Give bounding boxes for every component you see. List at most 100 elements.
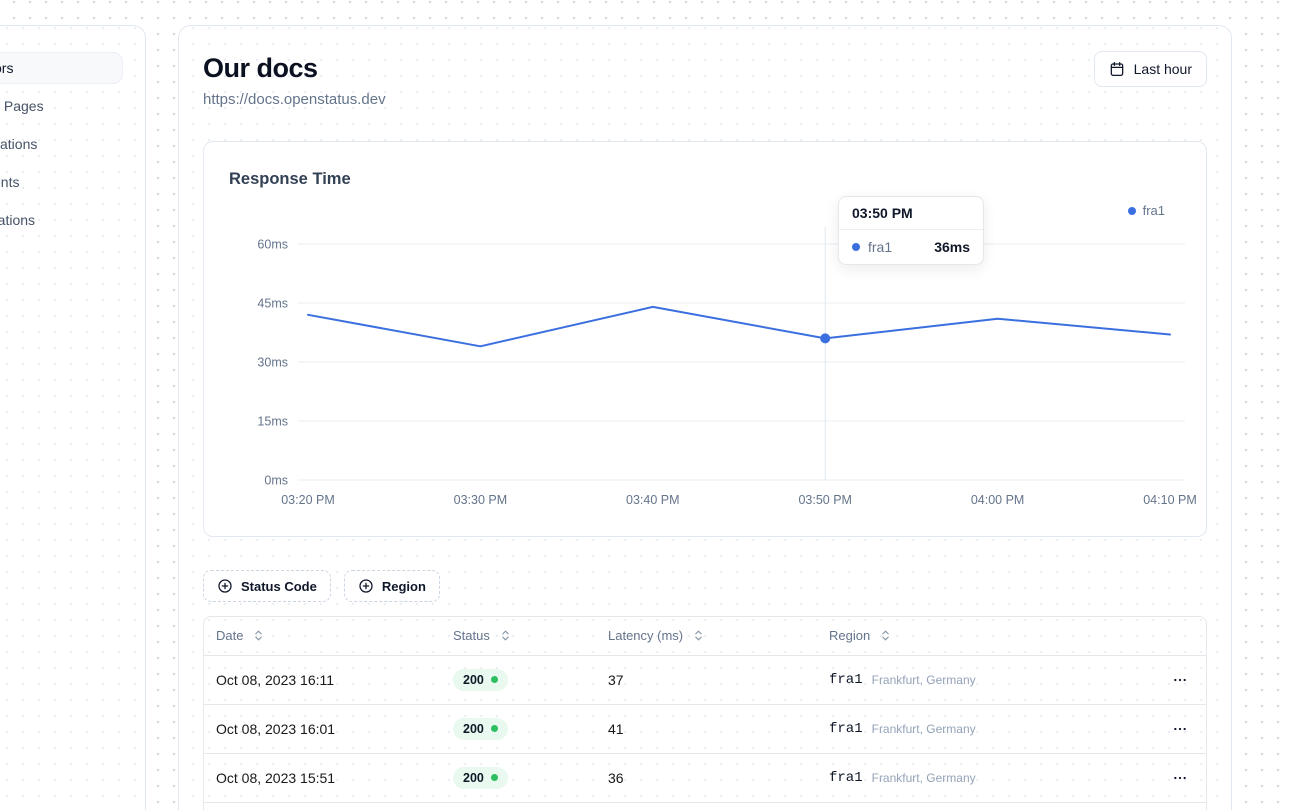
status-ok-dot bbox=[491, 774, 498, 781]
y-axis-tick-label: 30ms bbox=[257, 356, 288, 370]
cell-date: Oct 08, 2023 15:51 bbox=[204, 753, 453, 802]
response-time-line-chart[interactable]: 60ms 45ms 30ms 15ms 0ms 03:20 PM 03:30 PM 03:40… bbox=[204, 142, 1210, 538]
chevrons-up-down-icon bbox=[499, 629, 512, 642]
table-row[interactable]: Oct 08, 2023 16:11200 37fra1 Frankfurt, Ge… bbox=[204, 655, 1206, 704]
table-row[interactable]: Oct 08, 2023 16:01200 41fra1 Frankfurt, Ge… bbox=[204, 704, 1206, 753]
x-axis-tick-label: 03:30 PM bbox=[454, 493, 508, 507]
column-label: Date bbox=[216, 628, 243, 643]
more-horizontal-icon bbox=[1172, 672, 1188, 688]
circle-plus-icon bbox=[217, 578, 233, 594]
tooltip-series-dot bbox=[852, 243, 860, 251]
column-header-region[interactable]: Region bbox=[829, 617, 1150, 655]
region-name: Frankfurt, Germany bbox=[872, 673, 976, 687]
column-header-date[interactable]: Date bbox=[204, 617, 453, 655]
page-title: Our docs bbox=[203, 53, 386, 84]
chevrons-up-down-icon bbox=[879, 629, 892, 642]
monitor-detail-card: Our docs https://docs.openstatus.dev Las… bbox=[178, 25, 1232, 810]
legend-series-dot bbox=[1128, 207, 1136, 215]
time-range-label: Last hour bbox=[1134, 61, 1192, 77]
cell-region: fra1 Frankfurt, Germany bbox=[829, 704, 1150, 753]
x-axis-tick-label: 04:00 PM bbox=[971, 493, 1025, 507]
cell-status: 200 bbox=[453, 704, 608, 753]
row-actions-button[interactable] bbox=[1170, 717, 1190, 741]
title-block: Our docs https://docs.openstatus.dev bbox=[203, 51, 386, 108]
cell-date: Oct 08, 2023 16:11 bbox=[204, 655, 453, 704]
sidebar-item-label: ors bbox=[0, 60, 13, 76]
cell-latency: 41 bbox=[608, 704, 829, 753]
cell-latency: 37 bbox=[608, 655, 829, 704]
sidebar-item-label: rations bbox=[0, 212, 35, 228]
table-header-row: Date Status bbox=[204, 617, 1206, 655]
more-horizontal-icon bbox=[1172, 721, 1188, 737]
cell-status: 200 bbox=[453, 753, 608, 802]
status-badge: 200 bbox=[453, 718, 508, 740]
legend-series-label: fra1 bbox=[1143, 203, 1165, 218]
table-row-partial[interactable] bbox=[204, 802, 1206, 810]
response-time-chart-card: Response Time 60ms45ms30ms15ms0ms03:20 P… bbox=[203, 141, 1207, 537]
status-badge: 200 bbox=[453, 767, 508, 789]
more-horizontal-icon bbox=[1172, 770, 1188, 786]
sidebar-item-incidents[interactable]: ents bbox=[0, 166, 113, 198]
chart-tooltip: 03:50 PM fra1 36ms bbox=[838, 196, 984, 265]
sidebar-item-monitors[interactable]: ors bbox=[0, 52, 123, 84]
cell-latency: 36 bbox=[608, 753, 829, 802]
sidebar-item-status-pages[interactable]: s Pages bbox=[0, 90, 113, 122]
chart-legend-item[interactable]: fra1 bbox=[1128, 203, 1165, 218]
status-badge: 200 bbox=[453, 669, 508, 691]
results-table: Date Status bbox=[203, 616, 1207, 810]
region-name: Frankfurt, Germany bbox=[872, 722, 976, 736]
circle-plus-icon bbox=[358, 578, 374, 594]
chevrons-up-down-icon bbox=[252, 629, 265, 642]
cell-status: 200 bbox=[453, 655, 608, 704]
monitor-url: https://docs.openstatus.dev bbox=[203, 91, 386, 108]
x-axis-tick-label: 04:10 PM bbox=[1143, 493, 1197, 507]
y-axis-tick-label: 0ms bbox=[264, 474, 288, 488]
cell-region: fra1 Frankfurt, Germany bbox=[829, 655, 1150, 704]
sidebar: ors s Pages cations ents rations bbox=[0, 25, 146, 810]
x-axis-tick-label: 03:20 PM bbox=[281, 493, 335, 507]
region-code: fra1 bbox=[829, 672, 863, 688]
tooltip-time: 03:50 PM bbox=[839, 197, 983, 230]
sidebar-item-integrations[interactable]: rations bbox=[0, 204, 113, 236]
sidebar-item-label: ents bbox=[0, 174, 19, 190]
column-header-latency[interactable]: Latency (ms) bbox=[608, 617, 829, 655]
time-range-button[interactable]: Last hour bbox=[1094, 51, 1207, 87]
tooltip-series-value: 36ms bbox=[934, 239, 970, 255]
column-label: Latency (ms) bbox=[608, 628, 683, 643]
y-axis-tick-label: 60ms bbox=[257, 238, 288, 252]
cell-actions bbox=[1150, 655, 1206, 704]
column-label: Status bbox=[453, 628, 490, 643]
x-axis-tick-label: 03:50 PM bbox=[798, 493, 852, 507]
filter-label: Region bbox=[382, 579, 426, 594]
status-ok-dot bbox=[491, 725, 498, 732]
sidebar-item-notifications[interactable]: cations bbox=[0, 128, 113, 160]
column-label: Region bbox=[829, 628, 870, 643]
active-point-dot bbox=[820, 333, 830, 343]
y-axis-tick-label: 45ms bbox=[257, 297, 288, 311]
x-axis-tick-label: 03:40 PM bbox=[626, 493, 680, 507]
card-header: Our docs https://docs.openstatus.dev Las… bbox=[203, 51, 1207, 108]
chevrons-up-down-icon bbox=[692, 629, 705, 642]
region-code: fra1 bbox=[829, 721, 863, 737]
filter-region-button[interactable]: Region bbox=[344, 570, 440, 602]
region-code: fra1 bbox=[829, 770, 863, 786]
cell-region: fra1Frankfurt, Germany bbox=[829, 753, 1150, 802]
calendar-icon bbox=[1109, 61, 1125, 77]
filter-label: Status Code bbox=[241, 579, 317, 594]
tooltip-series-row: fra1 36ms bbox=[839, 230, 983, 264]
y-axis-tick-label: 15ms bbox=[257, 415, 288, 429]
sidebar-item-label: s Pages bbox=[0, 98, 44, 114]
cell-actions bbox=[1150, 753, 1206, 802]
column-header-status[interactable]: Status bbox=[453, 617, 608, 655]
table-row[interactable]: Oct 08, 2023 15:51200 36fra1Frankfurt, Ge… bbox=[204, 753, 1206, 802]
cell-date: Oct 08, 2023 16:01 bbox=[204, 704, 453, 753]
row-actions-button[interactable] bbox=[1170, 766, 1190, 790]
status-ok-dot bbox=[491, 676, 498, 683]
cell-actions bbox=[1150, 704, 1206, 753]
table-filters: Status Code Region bbox=[203, 570, 1207, 602]
response-time-line bbox=[308, 307, 1170, 346]
filter-status-code-button[interactable]: Status Code bbox=[203, 570, 331, 602]
row-actions-button[interactable] bbox=[1170, 668, 1190, 692]
sidebar-item-label: cations bbox=[0, 136, 37, 152]
column-header-actions bbox=[1150, 617, 1206, 655]
